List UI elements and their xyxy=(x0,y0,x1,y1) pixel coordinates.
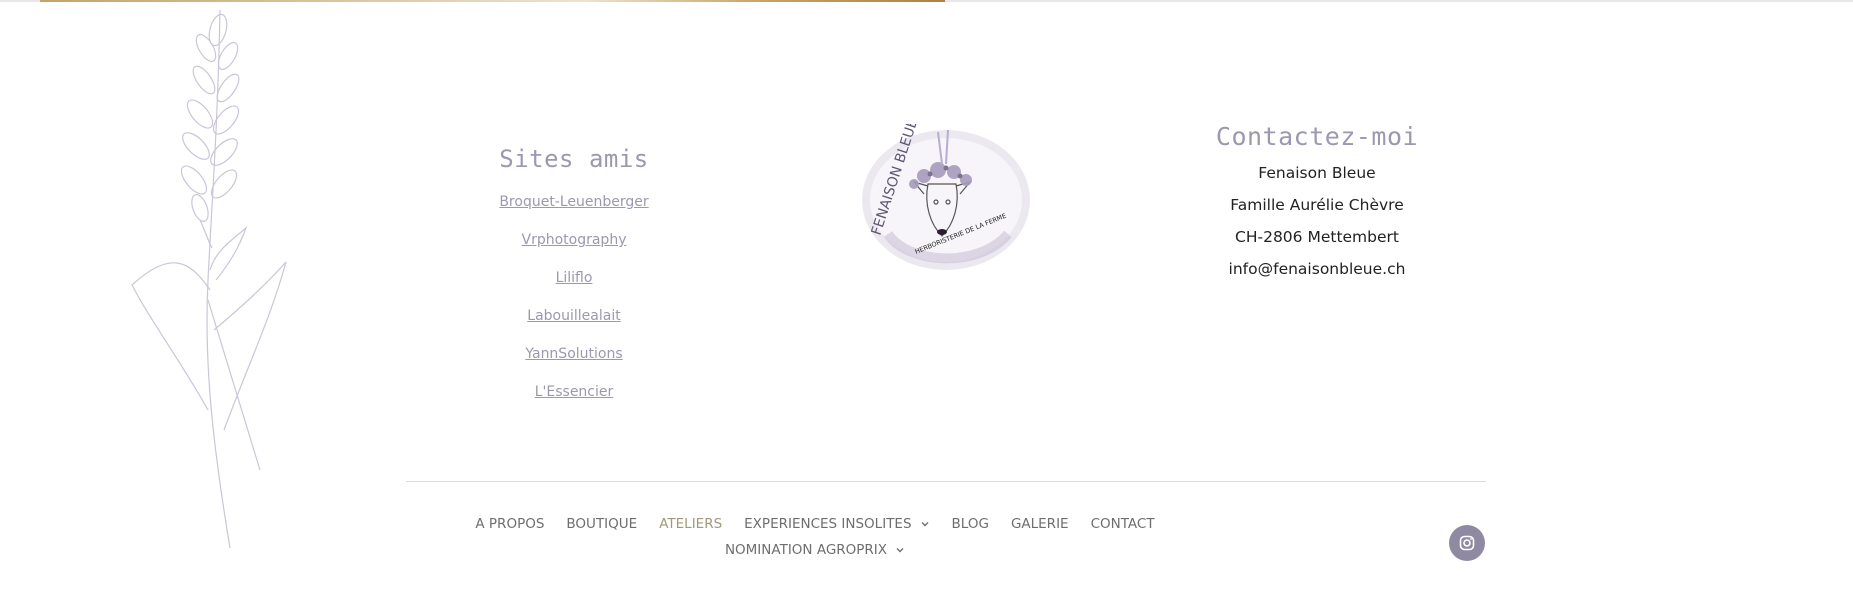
contact-family: Famille Aurélie Chèvre xyxy=(1230,196,1404,214)
friend-link-yannsolutions[interactable]: YannSolutions xyxy=(525,346,622,362)
lavender-illustration xyxy=(131,9,287,549)
footer-section: Sites amis Broquet-Leuenberger Vrphotogr… xyxy=(0,0,1853,592)
friend-link-vrphotography[interactable]: Vrphotography xyxy=(522,232,627,248)
footer-nav-row-2: NOMINATION AGROPRIX xyxy=(465,537,1165,563)
contact-email[interactable]: info@fenaisonbleue.ch xyxy=(1192,253,1442,285)
nav-item-nomination-agroprix[interactable]: NOMINATION AGROPRIX xyxy=(725,542,905,558)
nav-item-galerie[interactable]: GALERIE xyxy=(1011,516,1069,532)
friend-link-liliflo[interactable]: Liliflo xyxy=(556,270,593,286)
nav-item-ateliers[interactable]: ATELIERS xyxy=(659,516,722,532)
fenaison-bleue-logo: FENAISON BLEUE HERBORISTERIE DE LA FERME xyxy=(862,124,1030,270)
nav-item-contact[interactable]: CONTACT xyxy=(1091,516,1155,532)
friend-link-essencier[interactable]: L'Essencier xyxy=(535,384,614,400)
footer-nav: A PROPOS BOUTIQUE ATELIERS EXPERIENCES I… xyxy=(465,511,1165,563)
friend-link-labouillealait[interactable]: Labouillealait xyxy=(527,308,620,324)
friend-link-broquet[interactable]: Broquet-Leuenberger xyxy=(499,194,648,210)
footer-nav-row-1: A PROPOS BOUTIQUE ATELIERS EXPERIENCES I… xyxy=(465,511,1165,537)
contact-address: CH-2806 Mettembert xyxy=(1235,228,1399,246)
friends-sites-section: Sites amis Broquet-Leuenberger Vrphotogr… xyxy=(474,145,674,411)
nav-item-blog[interactable]: BLOG xyxy=(952,516,989,532)
contact-section: Contactez-moi Fenaison Bleue Famille Aur… xyxy=(1192,122,1442,285)
nav-item-a-propos[interactable]: A PROPOS xyxy=(475,516,544,532)
footer-divider xyxy=(406,481,1486,482)
chevron-down-icon xyxy=(896,548,904,553)
friends-title: Sites amis xyxy=(499,145,649,173)
nav-item-boutique[interactable]: BOUTIQUE xyxy=(566,516,637,532)
instagram-button[interactable] xyxy=(1449,525,1485,561)
contact-name: Fenaison Bleue xyxy=(1258,164,1376,182)
instagram-icon xyxy=(1459,535,1475,551)
contact-title: Contactez-moi xyxy=(1215,122,1419,151)
nav-item-experiences-label: EXPERIENCES INSOLITES xyxy=(744,516,912,532)
friends-links-list: Broquet-Leuenberger Vrphotography Lilifl… xyxy=(474,183,674,411)
nav-item-experiences-insolites[interactable]: EXPERIENCES INSOLITES xyxy=(744,516,929,532)
nav-item-agroprix-label: NOMINATION AGROPRIX xyxy=(724,542,888,558)
chevron-down-icon xyxy=(921,522,929,527)
